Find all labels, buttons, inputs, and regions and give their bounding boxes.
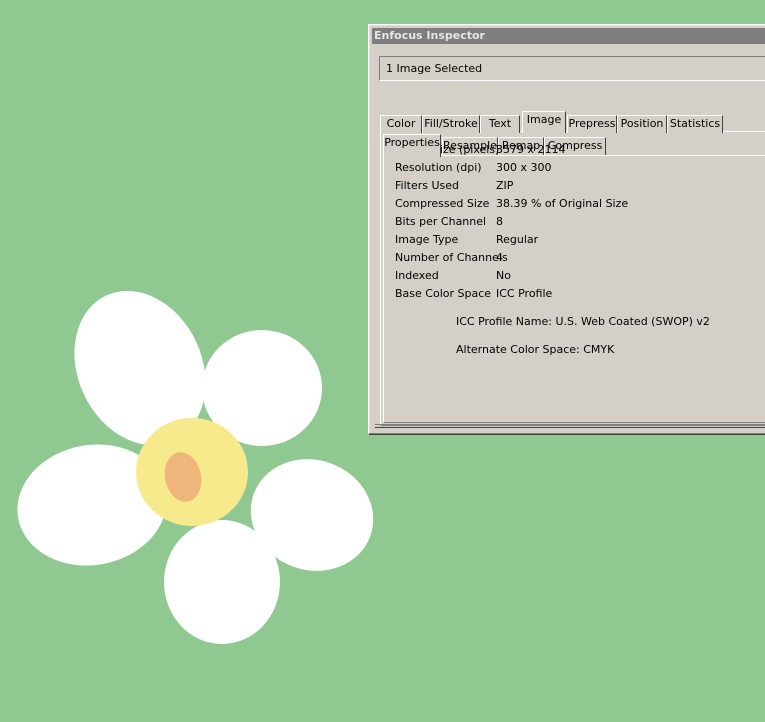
prop-label-filters: Filters Used bbox=[395, 179, 460, 192]
prop-value-image-size: 3579 x 2114 bbox=[496, 143, 566, 156]
tab-image[interactable]: Image bbox=[522, 111, 566, 133]
prop-value-resolution: 300 x 300 bbox=[496, 161, 552, 174]
prop-value-channels: 4 bbox=[496, 251, 503, 264]
icc-profile-name: ICC Profile Name: U.S. Web Coated (SWOP)… bbox=[456, 315, 710, 328]
prop-value-filters: ZIP bbox=[496, 179, 514, 192]
prop-label-compressed-size: Compressed Size bbox=[395, 197, 490, 210]
selection-status-text: 1 Image Selected bbox=[386, 62, 483, 75]
prop-label-base-color-space: Base Color Space bbox=[395, 287, 492, 300]
prop-value-bits-per-channel: 8 bbox=[496, 215, 503, 228]
window-title: Enfocus Inspector bbox=[374, 29, 485, 42]
prop-label-image-type: Image Type bbox=[395, 233, 459, 246]
petal-bottom bbox=[164, 520, 280, 644]
prop-value-image-type: Regular bbox=[496, 233, 539, 246]
prop-label-resolution: Resolution (dpi) bbox=[395, 161, 482, 174]
prop-label-bits-per-channel: Bits per Channel bbox=[395, 215, 487, 228]
prop-label-indexed: Indexed bbox=[395, 269, 439, 282]
enfocus-inspector-window: Enfocus Inspector 1 Image Selected Color… bbox=[368, 24, 765, 435]
selection-status-box: 1 Image Selected bbox=[379, 56, 765, 81]
prop-label-channels: Number of Channels bbox=[395, 251, 508, 264]
prop-value-base-color-space: ICC Profile bbox=[496, 287, 553, 300]
alternate-color-space: Alternate Color Space: CMYK bbox=[456, 343, 615, 356]
window-bottom-edge bbox=[375, 424, 765, 425]
window-titlebar[interactable]: Enfocus Inspector bbox=[372, 28, 765, 44]
window-bottom-shadow bbox=[375, 427, 765, 428]
prop-value-compressed-size: 38.39 % of Original Size bbox=[496, 197, 629, 210]
subtab-properties[interactable]: Properties bbox=[383, 134, 441, 157]
prop-value-indexed: No bbox=[496, 269, 511, 282]
